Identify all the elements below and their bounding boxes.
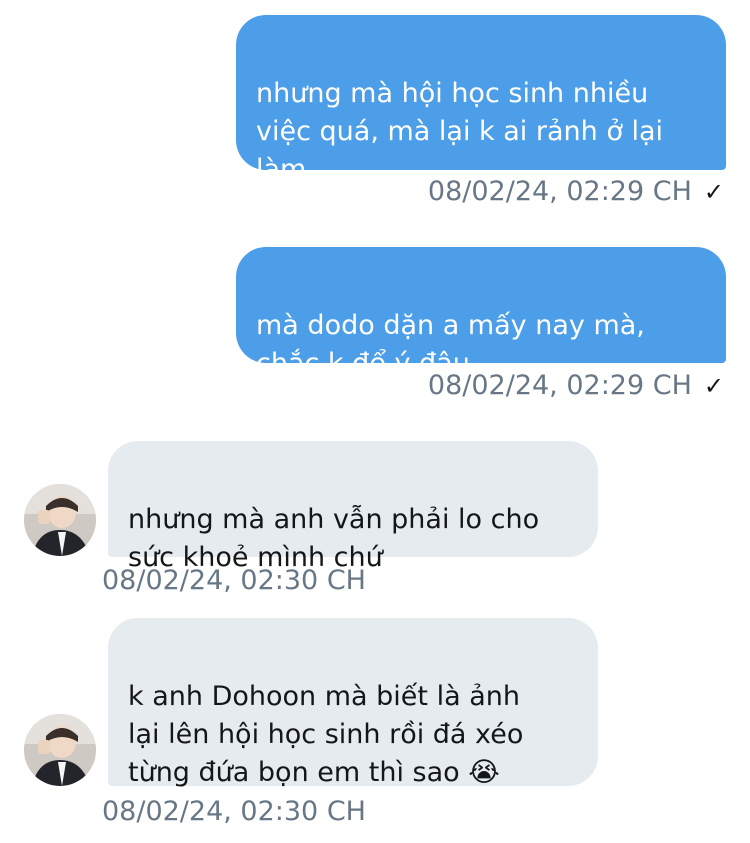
message-meta: 08/02/24, 02:30 CH [102,796,366,827]
timestamp: 08/02/24, 02:29 CH [427,370,692,401]
message-text: nhưng mà anh vẫn phải lo cho sức khoẻ mì… [128,504,540,573]
check-icon: ✓ [703,178,724,206]
timestamp: 08/02/24, 02:30 CH [102,565,366,596]
avatar[interactable] [24,714,96,786]
message-meta: 08/02/24, 02:30 CH [102,565,366,596]
message-meta: 08/02/24, 02:29 CH ✓ [428,176,724,207]
avatar-image [24,484,96,556]
message-text: mà dodo dặn a mấy nay mà, chắc k để ý đâ… [256,310,645,379]
received-message-bubble[interactable]: nhưng mà anh vẫn phải lo cho sức khoẻ mì… [108,441,598,573]
timestamp: 08/02/24, 02:29 CH [427,176,692,207]
message-meta: 08/02/24, 02:29 CH ✓ [428,370,724,401]
message-text: nhưng mà hội học sinh nhiều việc quá, mà… [256,78,663,185]
sent-message-bubble[interactable]: nhưng mà hội học sinh nhiều việc quá, mà… [236,15,726,185]
received-message-bubble[interactable]: k anh Dohoon mà biết là ảnh lại lên hội … [108,618,598,788]
avatar-image [24,714,96,786]
avatar[interactable] [24,484,96,556]
check-icon: ✓ [703,372,724,400]
sent-message-bubble[interactable]: mà dodo dặn a mấy nay mà, chắc k để ý đâ… [236,247,726,379]
timestamp: 08/02/24, 02:30 CH [102,796,366,827]
message-text: k anh Dohoon mà biết là ảnh lại lên hội … [128,681,524,788]
